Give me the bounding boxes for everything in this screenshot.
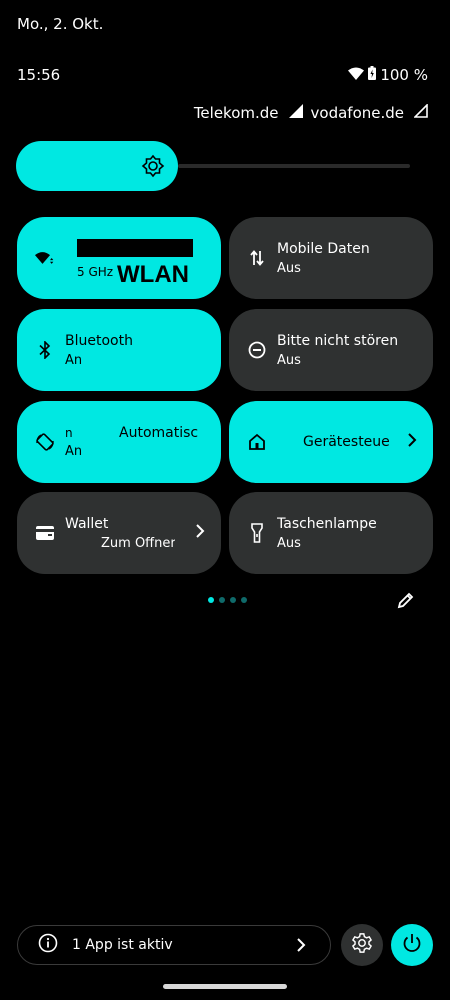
brightness-fill [16,141,178,191]
page-dot [219,597,225,603]
carrier-label: Telekom.de [193,104,279,122]
settings-button[interactable] [341,924,383,966]
tile-subtitle: Zum Öffner [101,535,175,551]
home-indicator[interactable] [163,984,287,989]
signal-icon [288,104,303,122]
dnd-icon [247,340,267,360]
date-label: Mo., 2. Okt. [17,15,104,33]
page-dot [230,597,236,603]
tile-bluetooth[interactable]: Bluetooth An [17,309,221,391]
wlan-label: WLAN [117,261,189,288]
data-arrows-icon [247,248,267,268]
tile-device-control[interactable]: Gerätesteuer [229,401,433,483]
brightness-track [178,164,410,168]
carrier-vodafone: vodafone.de [310,103,428,122]
flashlight-icon [247,523,267,543]
carrier-telekom: Telekom.de [194,104,303,122]
tile-wallet[interactable]: Wallet Zum Öffner [17,492,221,574]
wlan-network-redacted [77,238,193,257]
brightness-slider[interactable] [16,141,410,191]
carrier-list: Telekom.de vodafone.de [194,103,428,122]
rotate-icon [35,432,55,452]
chevron-right-icon [407,432,417,451]
battery-percent: 100 % [380,66,428,84]
page-dot [241,597,247,603]
tile-wlan[interactable]: 5 GHz WLAN [17,217,221,299]
tile-autorotate[interactable]: n An Automatisc [17,401,221,483]
tile-flashlight[interactable]: Taschenlampe Aus [229,492,433,574]
tile-mobile-data[interactable]: Mobile Daten Aus [229,217,433,299]
active-apps-button[interactable]: 1 App ist aktiv [17,925,331,965]
tile-title: Bitte nicht stören [277,332,399,349]
wlan-band: 5 GHz [77,264,114,279]
tile-subtitle: Aus [277,352,301,368]
tile-subtitle: Aus [277,260,301,276]
home-icon [247,432,267,452]
battery-icon [368,66,377,84]
info-icon [38,933,58,957]
carrier-label: vodafone.de [310,104,404,122]
tile-title: Mobile Daten [277,240,370,257]
bluetooth-icon [35,340,55,360]
chevron-right-icon [296,938,306,956]
tile-title: n [65,425,73,440]
power-icon [401,932,423,958]
wallet-icon [35,523,55,543]
tile-do-not-disturb[interactable]: Bitte nicht stören Aus [229,309,433,391]
brightness-icon [141,154,165,182]
tile-title: Bluetooth [65,332,133,349]
tile-title: Taschenlampe [277,515,377,532]
power-button[interactable] [391,924,433,966]
gear-icon [351,932,373,958]
tile-subtitle: An [65,443,83,459]
tile-title-fading: Automatisc [119,425,199,441]
clock: 15:56 [17,66,61,84]
wifi-status-icon [348,66,365,84]
tile-subtitle: An [65,352,83,368]
chevron-right-icon [195,523,205,542]
tile-title: Wallet [65,515,109,532]
active-apps-label: 1 App ist aktiv [72,937,173,953]
status-icons: 100 % [348,66,428,84]
edit-button[interactable] [396,590,416,614]
tile-title: Gerätesteuer [303,434,389,450]
tile-subtitle: Aus [277,535,301,551]
page-indicator[interactable] [208,597,247,603]
page-dot-active [208,597,214,603]
signal-outline-icon [413,103,428,122]
wifi-icon [35,248,55,268]
pencil-icon [396,592,416,614]
